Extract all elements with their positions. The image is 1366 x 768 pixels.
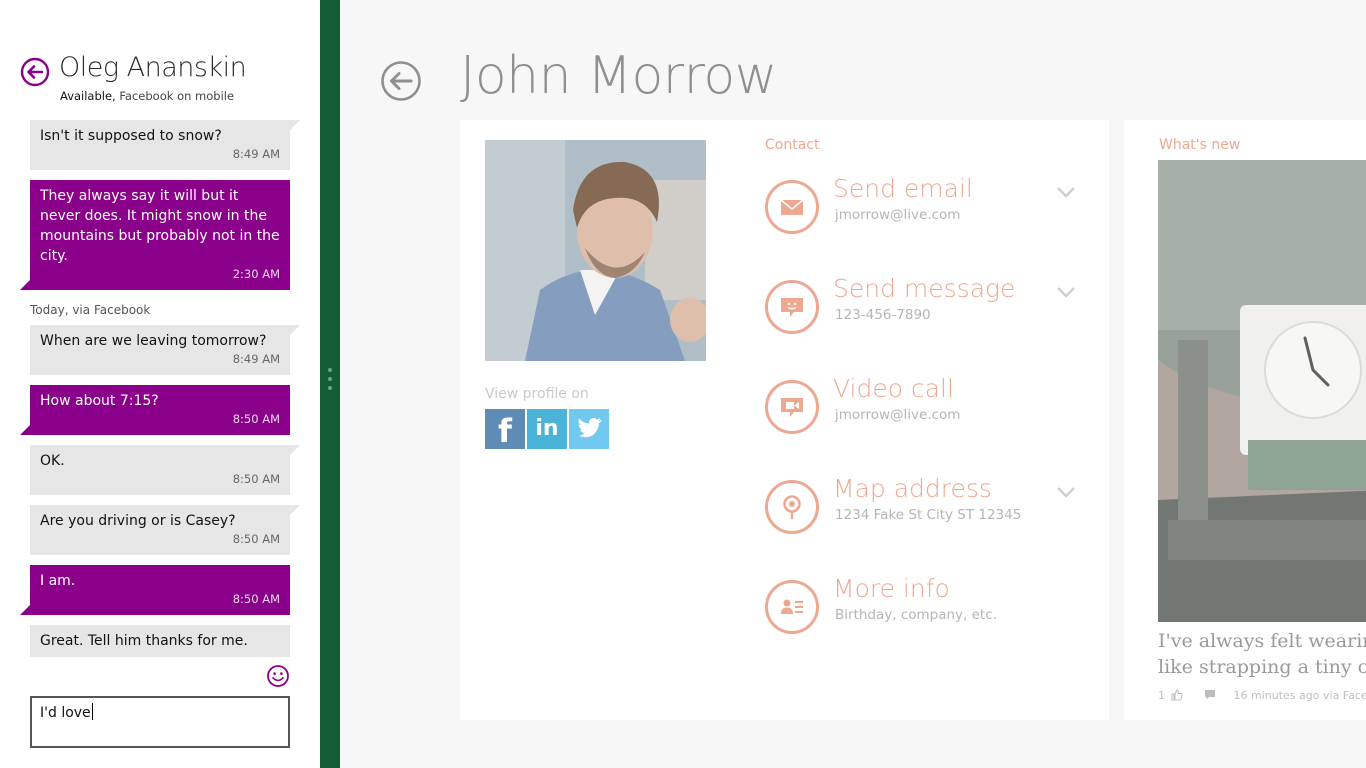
message-text: I am. <box>40 573 76 589</box>
message-time: 8:49 AM <box>232 352 280 366</box>
whats-new-heading: What's new <box>1159 137 1241 153</box>
send-email-action[interactable]: Send email jmorrow@live.com <box>765 174 1095 260</box>
thumbs-up-icon[interactable] <box>1171 689 1183 701</box>
message-time: 8:49 AM <box>232 147 280 161</box>
action-label: Send message <box>833 274 1016 303</box>
message-bubble-incoming[interactable]: Isn't it supposed to snow? 8:49 AM <box>30 120 300 170</box>
emoticon-icon[interactable] <box>266 664 290 688</box>
day-separator: Today, via Facebook <box>30 303 151 317</box>
linkedin-icon[interactable]: in <box>527 409 567 449</box>
message-icon <box>781 298 803 317</box>
news-post-text[interactable]: I've always felt wearin like strapping a… <box>1158 628 1366 680</box>
action-circle <box>765 280 819 334</box>
compose-text: I'd love <box>40 705 91 721</box>
message-bubble-incoming[interactable]: When are we leaving tomorrow? 8:49 AM <box>30 325 300 375</box>
back-arrow-icon[interactable] <box>380 60 422 102</box>
contact-card: View profile on f in Contact Send email … <box>460 120 1109 720</box>
message-bubble-outgoing[interactable]: I am. 8:50 AM <box>20 565 290 615</box>
message-bubble-outgoing[interactable]: How about 7:15? 8:50 AM <box>20 385 290 435</box>
message-text: How about 7:15? <box>40 393 159 409</box>
action-detail: 123-456-7890 <box>835 307 931 323</box>
grip-dot <box>328 386 332 390</box>
grip-dot <box>328 377 332 381</box>
contact-heading: Contact <box>765 137 820 153</box>
grip-dot <box>328 368 332 372</box>
video-call-action[interactable]: Video call jmorrow@live.com <box>765 374 1095 460</box>
send-message-action[interactable]: Send message 123-456-7890 <box>765 274 1095 360</box>
map-pin-icon <box>783 495 801 519</box>
message-text: They always say it will but it never doe… <box>40 188 280 264</box>
email-icon <box>780 199 804 215</box>
message-text: Great. Tell him thanks for me. <box>40 633 248 649</box>
message-time: 8:50 AM <box>232 592 280 606</box>
back-arrow-icon[interactable] <box>20 57 50 87</box>
message-text: OK. <box>40 453 65 469</box>
profile-photo <box>485 140 706 361</box>
message-time: 2:30 AM <box>232 267 280 281</box>
presence-network: Facebook on mobile <box>119 89 235 103</box>
presence-label: Available, <box>60 89 116 103</box>
people-pane: John Morrow View profile on f in Contact <box>340 0 1366 768</box>
action-detail: jmorrow@live.com <box>835 207 961 223</box>
message-time: 8:50 AM <box>232 532 280 546</box>
action-detail: jmorrow@live.com <box>835 407 961 423</box>
split-divider[interactable] <box>320 0 340 768</box>
whats-new-card: What's new I've always felt wearin like … <box>1124 120 1366 720</box>
more-info-action[interactable]: More info Birthday, company, etc. <box>765 574 1095 660</box>
action-label: More info <box>833 574 950 603</box>
message-bubble-outgoing[interactable]: They always say it will but it never doe… <box>20 180 290 290</box>
twitter-icon[interactable] <box>569 409 609 449</box>
message-time: 8:50 AM <box>232 412 280 426</box>
news-text-line: like strapping a tiny cl <box>1158 656 1366 678</box>
message-text: When are we leaving tomorrow? <box>40 333 267 349</box>
action-label: Map address <box>833 474 992 503</box>
action-circle <box>765 580 819 634</box>
message-bubble-incoming[interactable]: Are you driving or is Casey? 8:50 AM <box>30 505 300 555</box>
post-timestamp: 16 minutes ago via Face <box>1233 688 1366 702</box>
contact-card-icon <box>781 599 803 614</box>
action-detail: Birthday, company, etc. <box>835 607 997 623</box>
message-text: Isn't it supposed to snow? <box>40 128 222 144</box>
news-meta: 1 16 minutes ago via Face <box>1158 688 1366 702</box>
action-label: Video call <box>833 374 954 403</box>
contact-name: Oleg Ananskin <box>59 52 247 83</box>
message-time: 8:50 AM <box>232 472 280 486</box>
like-count: 1 <box>1158 688 1165 702</box>
action-circle <box>765 480 819 534</box>
presence-status: Available, Facebook on mobile <box>60 89 234 103</box>
view-profile-label: View profile on <box>485 386 589 402</box>
action-circle <box>765 180 819 234</box>
message-bubble-incoming[interactable]: OK. 8:50 AM <box>30 445 300 495</box>
chevron-down-icon[interactable] <box>1056 486 1076 498</box>
comment-icon[interactable] <box>1204 689 1216 701</box>
message-compose-input[interactable]: I'd love <box>30 696 290 748</box>
chevron-down-icon[interactable] <box>1056 186 1076 198</box>
message-bubble-incoming[interactable]: Great. Tell him thanks for me. <box>30 625 290 657</box>
action-circle <box>765 380 819 434</box>
video-icon <box>781 398 803 417</box>
page-title: John Morrow <box>460 46 777 106</box>
action-detail: 1234 Fake St City ST 12345 <box>835 507 1022 523</box>
news-text-line: I've always felt wearin <box>1158 630 1366 652</box>
messaging-pane: Oleg Ananskin Available, Facebook on mob… <box>0 0 320 768</box>
map-address-action[interactable]: Map address 1234 Fake St City ST 12345 <box>765 474 1095 560</box>
action-label: Send email <box>833 174 973 203</box>
text-caret <box>91 703 93 720</box>
message-text: Are you driving or is Casey? <box>40 513 236 529</box>
chevron-down-icon[interactable] <box>1056 286 1076 298</box>
facebook-icon[interactable]: f <box>485 409 525 450</box>
news-photo[interactable] <box>1158 160 1366 622</box>
